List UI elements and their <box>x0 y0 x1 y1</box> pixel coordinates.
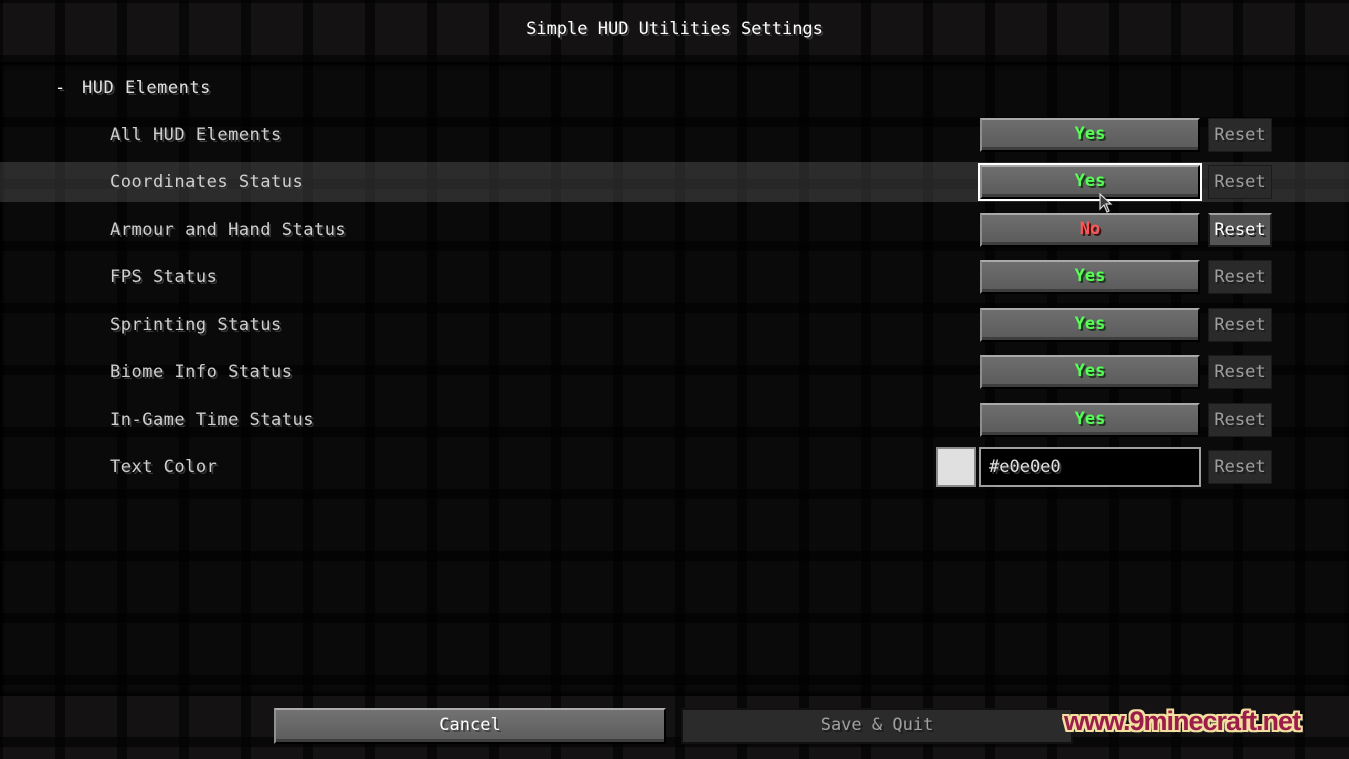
option-row: FPS Status Yes Reset <box>0 257 1349 297</box>
save-and-quit-button[interactable]: Save & Quit <box>681 708 1073 744</box>
option-toggle-button[interactable]: Yes <box>978 163 1202 201</box>
reset-button[interactable]: Reset <box>1208 118 1272 152</box>
option-row: Armour and Hand Status No Reset <box>0 210 1349 250</box>
category-hud-elements[interactable]: - HUD Elements <box>0 68 1349 108</box>
reset-button[interactable]: Reset <box>1208 355 1272 389</box>
text-color-row: Text Color Reset <box>0 447 1349 487</box>
mouse-cursor-icon <box>1099 193 1113 213</box>
option-toggle-button[interactable]: No <box>980 213 1200 247</box>
category-label: HUD Elements <box>82 78 211 98</box>
option-label: In-Game Time Status <box>110 410 314 430</box>
reset-button[interactable]: Reset <box>1208 308 1272 342</box>
watermark: www.9minecraft.net <box>1064 706 1301 736</box>
cancel-button[interactable]: Cancel <box>274 708 666 744</box>
option-row: In-Game Time Status Yes Reset <box>0 400 1349 440</box>
header: Simple HUD Utilities Settings <box>0 0 1349 62</box>
option-label: Coordinates Status <box>110 172 304 192</box>
reset-button[interactable]: Reset <box>1208 213 1272 247</box>
reset-button[interactable]: Reset <box>1208 165 1272 199</box>
reset-button[interactable]: Reset <box>1208 450 1272 484</box>
option-toggle-button[interactable]: Yes <box>980 403 1200 437</box>
option-label: Armour and Hand Status <box>110 220 347 240</box>
text-color-input[interactable] <box>979 447 1201 487</box>
text-color-label: Text Color <box>110 457 218 477</box>
option-label: All HUD Elements <box>110 125 282 145</box>
option-row: Biome Info Status Yes Reset <box>0 352 1349 392</box>
collapse-icon[interactable]: - <box>55 78 65 98</box>
option-toggle-button[interactable]: Yes <box>980 355 1200 389</box>
option-toggle-button[interactable]: Yes <box>980 260 1200 294</box>
screen-title: Simple HUD Utilities Settings <box>526 19 823 39</box>
option-toggle-button[interactable]: Yes <box>980 118 1200 152</box>
reset-button[interactable]: Reset <box>1208 260 1272 294</box>
reset-button[interactable]: Reset <box>1208 403 1272 437</box>
option-row: Sprinting Status Yes Reset <box>0 305 1349 345</box>
option-label: FPS Status <box>110 267 218 287</box>
option-row: Coordinates Status Yes Reset <box>0 162 1349 202</box>
option-label: Biome Info Status <box>110 362 293 382</box>
option-toggle-button[interactable]: Yes <box>980 308 1200 342</box>
color-swatch <box>936 447 976 487</box>
option-row: All HUD Elements Yes Reset <box>0 115 1349 155</box>
option-label: Sprinting Status <box>110 315 282 335</box>
settings-list[interactable]: - HUD Elements All HUD Elements Yes Rese… <box>0 62 1349 696</box>
